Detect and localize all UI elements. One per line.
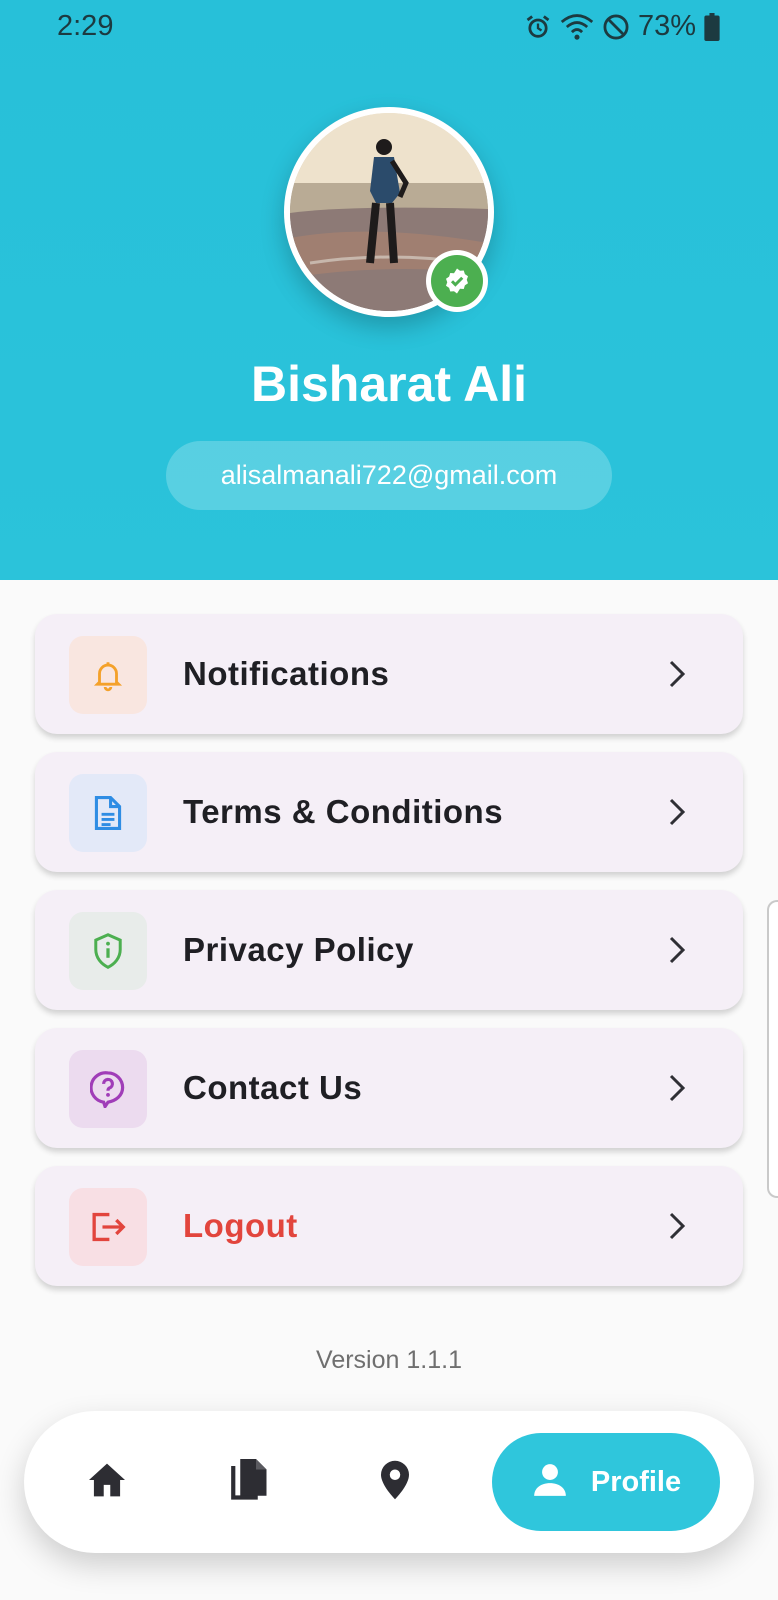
- status-icons: 73%: [524, 10, 720, 43]
- documents-icon: [228, 1457, 270, 1508]
- shield-info-icon: [69, 912, 147, 990]
- chevron-right-icon: [667, 796, 687, 833]
- location-icon: [379, 1459, 411, 1506]
- bottom-navigation: Profile: [24, 1411, 754, 1553]
- chevron-right-icon: [667, 934, 687, 971]
- help-chat-icon: [69, 1050, 147, 1128]
- settings-menu: Notifications Terms & Conditions Privacy…: [35, 614, 743, 1304]
- document-icon: [69, 774, 147, 852]
- verified-badge: [426, 250, 488, 312]
- battery-percent: 73%: [637, 10, 696, 42]
- app-version: Version 1.1.1: [316, 1346, 462, 1374]
- nav-documents-button[interactable]: [222, 1455, 276, 1509]
- menu-label-contact: Contact Us: [183, 1069, 363, 1106]
- chevron-right-icon: [667, 1210, 687, 1247]
- menu-item-notifications[interactable]: Notifications: [35, 614, 743, 734]
- menu-label-notifications: Notifications: [183, 655, 390, 692]
- chevron-right-icon: [667, 658, 687, 695]
- menu-item-terms[interactable]: Terms & Conditions: [35, 752, 743, 872]
- nav-location-button[interactable]: [368, 1455, 422, 1509]
- alarm-icon: [524, 13, 552, 41]
- do-not-disturb-icon: [602, 13, 630, 41]
- menu-label-terms: Terms & Conditions: [183, 793, 504, 830]
- user-email: alisalmanali722@gmail.com: [166, 441, 612, 510]
- edge-panel-handle[interactable]: [767, 900, 778, 1198]
- verified-icon: [431, 255, 483, 307]
- bell-icon: [69, 636, 147, 714]
- profile-header: 2:29 73% Bisharat Ali alisalmanali722@gm…: [0, 0, 778, 580]
- home-icon: [87, 1462, 127, 1503]
- menu-item-logout[interactable]: Logout: [35, 1166, 743, 1286]
- menu-item-privacy[interactable]: Privacy Policy: [35, 890, 743, 1010]
- user-name: Bisharat Ali: [250, 356, 527, 412]
- nav-home-button[interactable]: [80, 1455, 134, 1509]
- menu-label-logout: Logout: [183, 1207, 298, 1244]
- nav-profile-label: Profile: [590, 1465, 682, 1498]
- menu-item-contact[interactable]: Contact Us: [35, 1028, 743, 1148]
- status-bar: 2:29 73%: [0, 0, 778, 54]
- person-icon: [531, 1461, 569, 1504]
- battery-icon: [704, 12, 720, 41]
- chevron-right-icon: [667, 1072, 687, 1109]
- logout-icon: [69, 1188, 147, 1266]
- menu-label-privacy: Privacy Policy: [183, 931, 414, 968]
- status-time: 2:29: [57, 10, 114, 42]
- wifi-icon: [560, 13, 594, 41]
- nav-profile-button[interactable]: Profile: [492, 1433, 720, 1531]
